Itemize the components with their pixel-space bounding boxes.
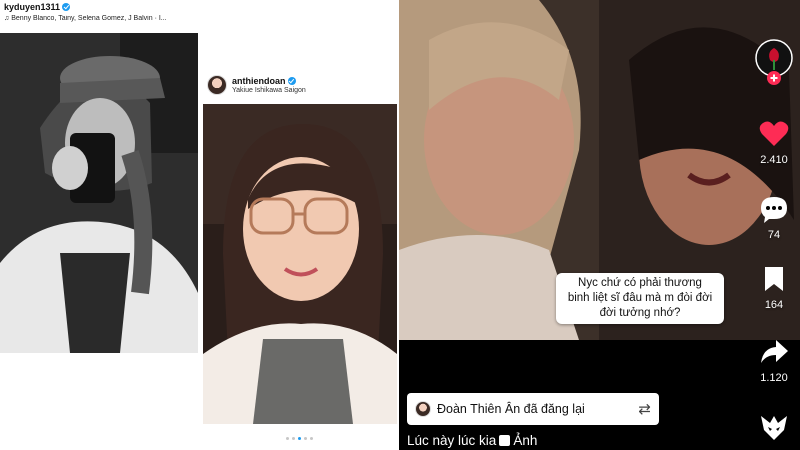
carousel-dot-active [297,437,301,440]
post-photo[interactable] [203,104,397,424]
music-label: Benny Blanco, Tainy, Selena Gomez, J Bal… [11,15,167,22]
save-count: 164 [764,299,784,311]
instagram-post-2: anthiendoan Yakiue Ishikawa Saigon [201,70,397,450]
carousel-indicator [201,437,397,440]
action-sidebar: 2.410 74 164 1.120 [748,0,800,450]
like-count: 2.410 [760,154,788,166]
carousel-dot [291,437,295,440]
repost-label: Đoàn Thiên Ân đã đăng lại [437,402,585,416]
music-note-icon: ♫ [4,15,10,22]
share-arrow-icon [761,340,788,363]
verified-badge-icon [287,77,296,85]
share-button[interactable]: 1.120 [748,338,800,384]
carousel-dot [303,437,307,440]
description-tag: Ảnh [513,433,538,448]
username[interactable]: anthiendoan [232,76,286,86]
photo-emoji-icon [499,435,511,446]
avatar [415,401,431,417]
carousel-dot [309,437,313,440]
post-header: kyduyen1311 ♫ Benny Blanco, Tainy, Selen… [4,2,200,22]
photo-bw-portrait [0,33,198,353]
repost-icon[interactable]: ⇄ [638,400,651,418]
location-label[interactable]: Yakiue Ishikawa Saigon [232,87,306,94]
carousel-dot [285,437,289,440]
post-photo[interactable] [0,33,198,353]
video-description: Lúc này lúc kia Ảnh [407,433,537,448]
comment-bubble-icon [761,197,787,223]
save-button[interactable]: 164 [748,265,800,311]
verified-badge-icon [62,3,71,11]
comment-count: 74 [767,229,781,241]
username-row: anthiendoan [232,76,306,86]
avatar-rose-icon [755,39,793,85]
instagram-post-1: kyduyen1311 ♫ Benny Blanco, Tainy, Selen… [0,0,199,365]
video-caption: Nyc chứ có phải thương binh liệt sĩ đâu … [556,273,724,324]
post-user-info: anthiendoan Yakiue Ishikawa Saigon [232,76,306,94]
bookmark-icon [765,267,783,291]
tiktok-video-view: Nyc chứ có phải thương binh liệt sĩ đâu … [399,0,800,450]
avatar[interactable] [207,75,227,95]
caption-line: binh liệt sĩ đâu mà m đòi đời [567,292,713,304]
photo-portrait-glasses [203,104,397,424]
music-row[interactable]: ♫ Benny Blanco, Tainy, Selena Gomez, J B… [4,15,200,22]
username-row: kyduyen1311 [4,2,200,12]
caption-line: Nyc chứ có phải thương [578,277,702,289]
comment-button[interactable]: 74 [748,195,800,241]
username[interactable]: kyduyen1311 [4,2,60,12]
repost-banner[interactable]: Đoàn Thiên Ân đã đăng lại ⇄ [407,393,659,425]
screenshot-collage: kyduyen1311 ♫ Benny Blanco, Tainy, Selen… [0,0,800,450]
creator-avatar-button[interactable] [748,38,800,95]
share-count: 1.120 [760,372,788,384]
wolf-logo-icon [761,416,787,440]
sound-disc-button[interactable] [748,410,800,449]
heart-icon [759,121,789,146]
caption-line: đời tưởng nhớ? [599,307,681,319]
description-text: Lúc này lúc kia [407,433,497,448]
like-button[interactable]: 2.410 [748,120,800,166]
post-header: anthiendoan Yakiue Ishikawa Saigon [207,75,306,95]
